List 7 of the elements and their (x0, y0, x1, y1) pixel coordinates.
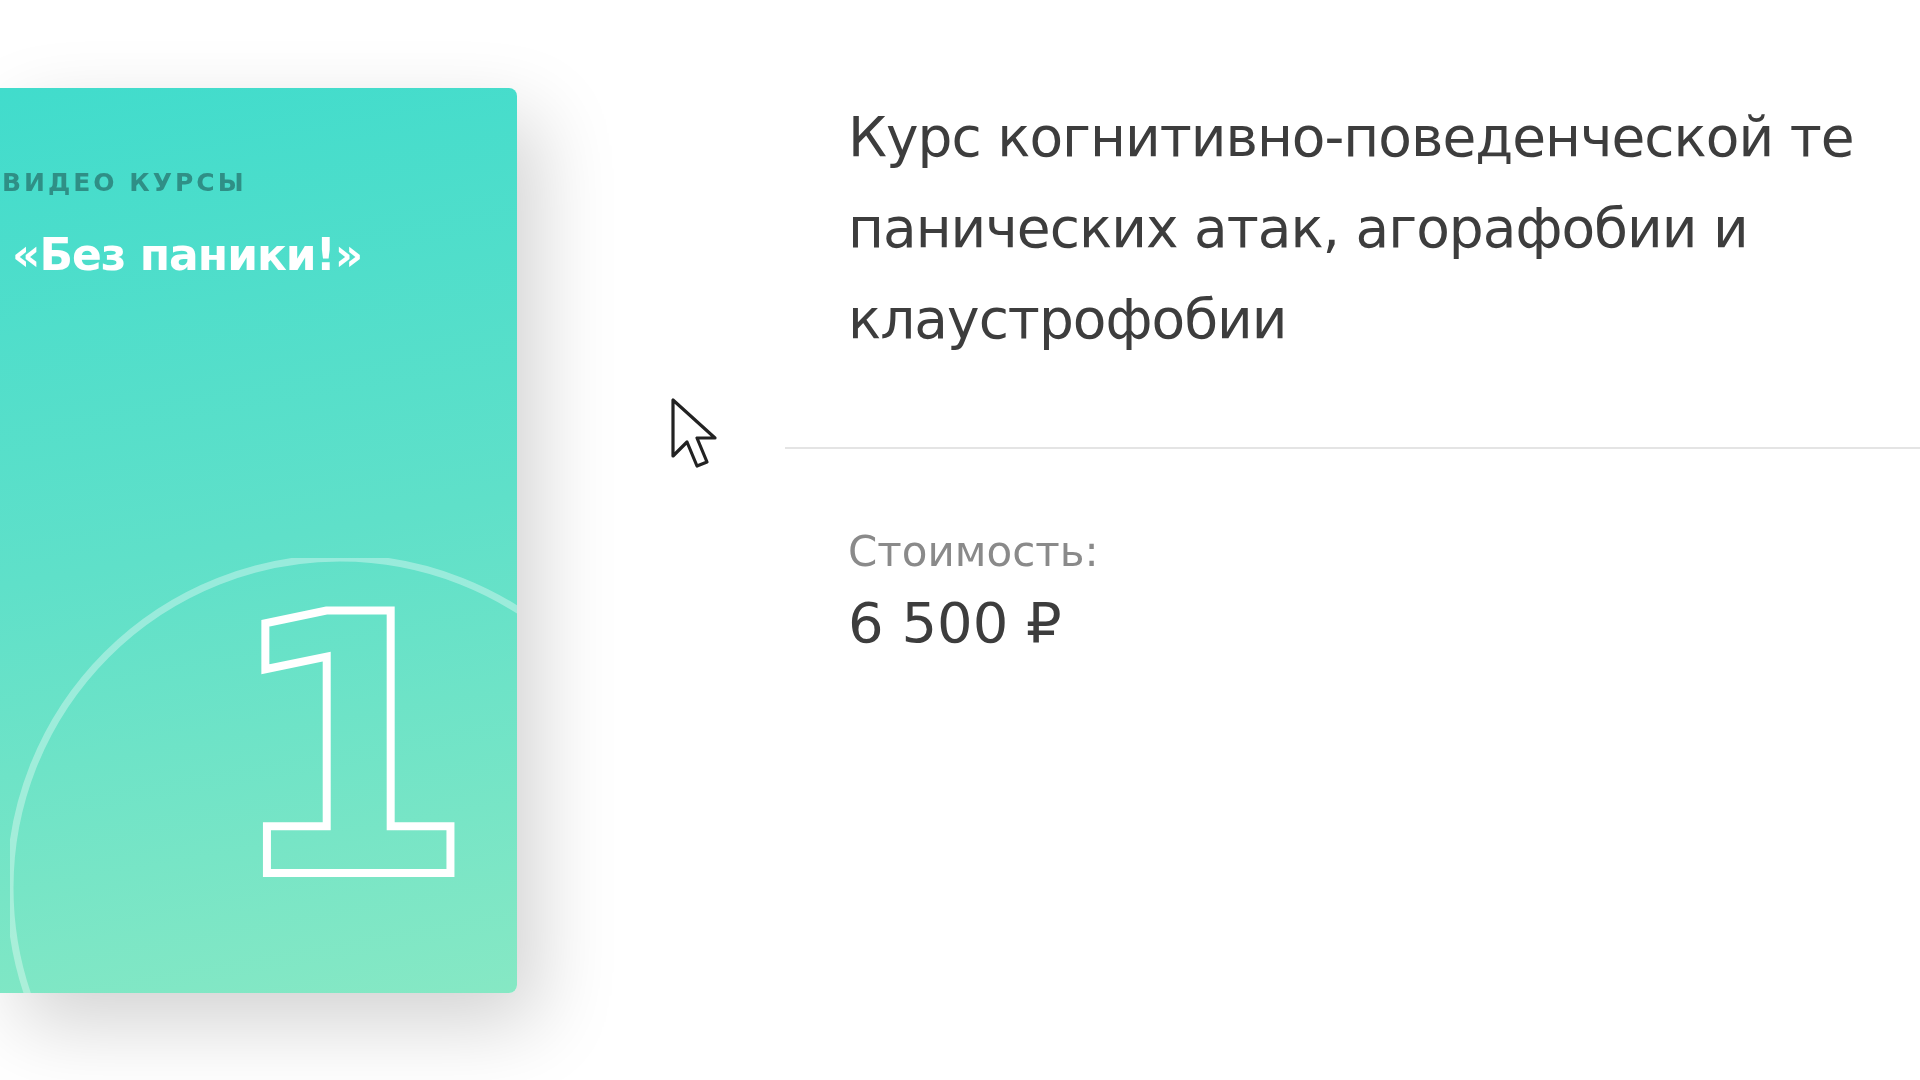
course-title: Курс когнитивно-поведенческой те панических атак, агорафобии и клаустрофобии (847, 104, 1855, 353)
course-card[interactable]: 1 ВИДЕО КУРСЫ «Без паники!» (0, 88, 517, 993)
number-outline: 1 (220, 583, 480, 883)
card-title: «Без паники!» (11, 229, 364, 280)
card-category: ВИДЕО КУРСЫ (1, 168, 248, 197)
price: 6 500 ₽ (847, 590, 1063, 655)
price-label: Стоимость: (847, 527, 1100, 576)
